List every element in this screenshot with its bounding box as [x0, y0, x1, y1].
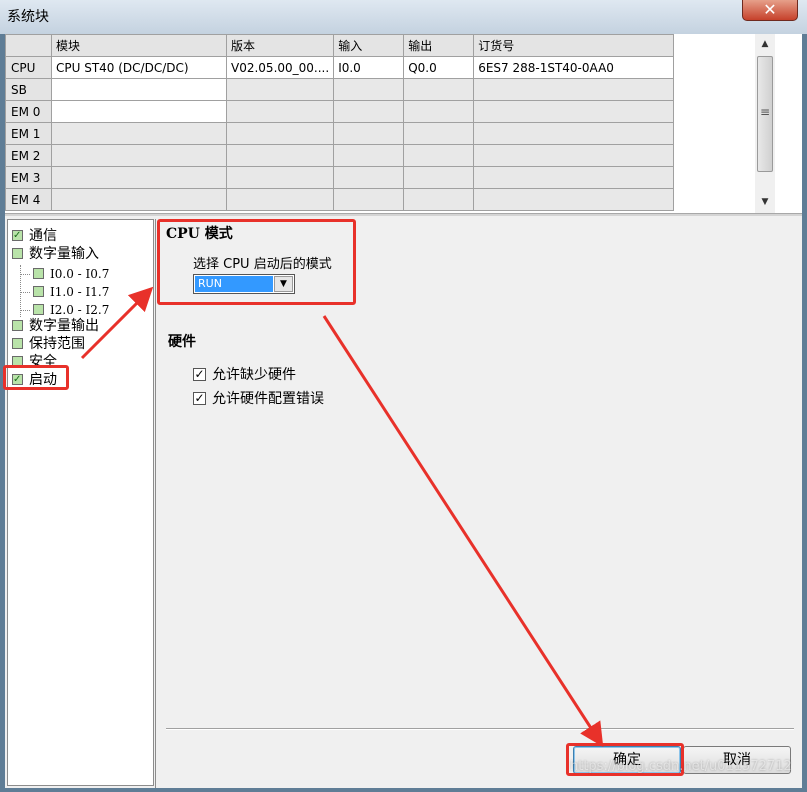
watermark: https://blog.csdn.net/u011572712 — [570, 759, 792, 774]
arrow-to-cpu-mode — [80, 286, 154, 360]
annotation-arrows — [80, 286, 604, 748]
arrow-to-ok-button — [322, 315, 604, 748]
